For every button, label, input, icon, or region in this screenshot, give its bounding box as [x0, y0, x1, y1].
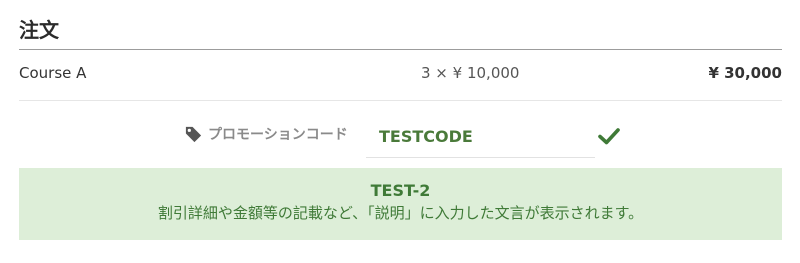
promo-code-label-text: プロモーションコード — [208, 127, 348, 143]
section-title: 注文 — [19, 18, 59, 42]
item-total: ¥ 30,000 — [708, 64, 782, 82]
promo-applied-name: TEST-2 — [370, 181, 431, 200]
promo-applied-notice: TEST-2 割引詳細や金額等の記載など、「説明」に入力した文言が表示されます。 — [19, 168, 782, 240]
order-panel: 注文 Course A 3 × ¥ 10,000 ¥ 30,000 プロモーショ… — [0, 0, 800, 263]
order-line-item: Course A 3 × ¥ 10,000 ¥ 30,000 — [19, 50, 782, 101]
promo-code-input[interactable] — [366, 116, 595, 158]
promo-applied-description: 割引詳細や金額等の記載など、「説明」に入力した文言が表示されます。 — [157, 204, 644, 222]
item-name: Course A — [19, 64, 87, 82]
promo-code-label: プロモーションコード — [184, 124, 348, 144]
item-quantity-price: 3 × ¥ 10,000 — [421, 64, 520, 82]
check-icon — [598, 127, 620, 145]
promo-code-row: プロモーションコード — [0, 116, 800, 160]
tag-icon — [184, 125, 203, 144]
